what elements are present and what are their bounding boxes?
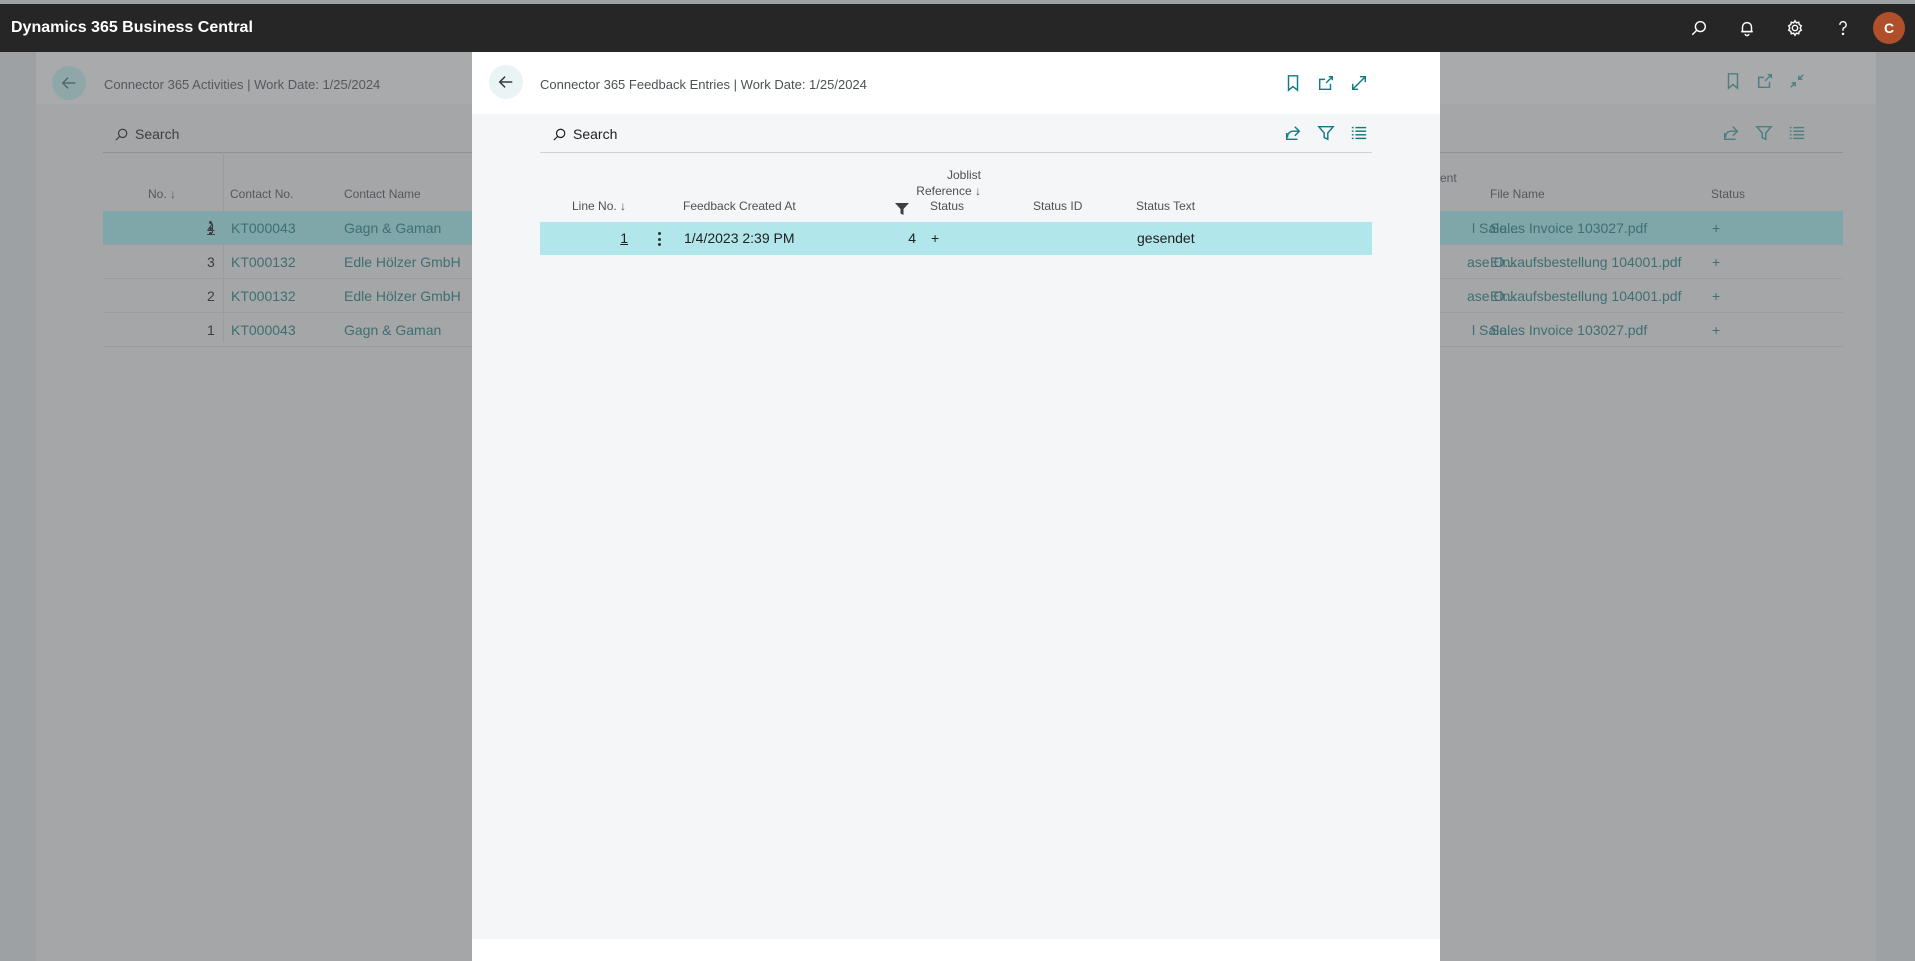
feedback-entries-dialog: Connector 365 Feedback Entries | Work Da…: [472, 52, 1440, 961]
bg-col-contact-name: Contact Name: [344, 187, 421, 201]
open-new-window-button[interactable]: [1317, 74, 1335, 92]
cell-joblist-reference: 4: [908, 230, 916, 246]
arrow-left-icon: [498, 76, 513, 88]
arrow-left-icon: [61, 77, 76, 89]
column-filter-icon: [895, 202, 909, 215]
bookmark-icon: [1727, 73, 1739, 90]
bg-col-status: Status: [1711, 187, 1746, 201]
dialog-title: Connector 365 Feedback Entries | Work Da…: [540, 77, 867, 92]
column-header-status-id[interactable]: Status ID: [1033, 199, 1082, 213]
bookmark-icon: [1287, 75, 1299, 92]
cell-status: +: [931, 230, 940, 246]
bg-col-document: ent: [1440, 171, 1457, 185]
row-menu-icon: [205, 220, 215, 236]
bell-icon[interactable]: [1723, 4, 1771, 52]
app-title[interactable]: Dynamics 365 Business Central: [11, 19, 253, 37]
user-avatar[interactable]: C: [1873, 12, 1905, 44]
dialog-header-actions: [1284, 74, 1368, 92]
bg-search-placeholder: Search: [135, 126, 180, 142]
list-view-icon: [1789, 126, 1805, 140]
bg-col-file-name: File Name: [1490, 187, 1545, 201]
bg-back-button: [52, 66, 86, 100]
filter-icon: [1755, 125, 1773, 141]
share-icon: [1723, 126, 1739, 141]
filter-icon: [1317, 125, 1335, 141]
search-placeholder: Search: [573, 126, 618, 142]
search-icon: [553, 128, 566, 141]
expand-icon: [1351, 75, 1367, 91]
column-header-line-no[interactable]: Line No. ↓: [572, 199, 626, 213]
bg-page-title: Connector 365 Activities | Work Date: 1/…: [104, 77, 381, 92]
column-header-status[interactable]: Status: [930, 199, 964, 213]
search-icon: [115, 128, 128, 141]
cell-line-no[interactable]: 1: [612, 230, 628, 246]
dialog-footer: [472, 939, 1440, 961]
open-new-window-icon: [1318, 75, 1334, 91]
bg-list-toolbar: [1722, 124, 1806, 142]
column-header-joblist-reference[interactable]: Joblist Reference ↓: [875, 168, 981, 198]
row-menu-icon[interactable]: [654, 230, 664, 248]
sort-descending-icon: ↓: [620, 199, 627, 213]
bg-header-actions: [1724, 72, 1806, 90]
bookmark-button[interactable]: [1284, 74, 1302, 92]
bg-search: Search: [114, 126, 179, 142]
help-icon[interactable]: [1819, 4, 1867, 52]
collapse-icon: [1790, 74, 1804, 88]
list-toolbar: [1284, 124, 1368, 142]
dialog-header: Connector 365 Feedback Entries | Work Da…: [472, 52, 1440, 114]
list-view-icon: [1351, 126, 1367, 140]
expand-button[interactable]: [1350, 74, 1368, 92]
table-row[interactable]: 1 1/4/2023 2:39 PM 4 + gesendet: [540, 222, 1372, 255]
share-icon: [1285, 126, 1301, 141]
filter-button[interactable]: [1317, 124, 1335, 142]
column-header-feedback-created-at[interactable]: Feedback Created At: [683, 199, 796, 213]
gear-icon[interactable]: [1771, 4, 1819, 52]
bg-col-contact-no: Contact No.: [230, 187, 294, 201]
back-button[interactable]: [489, 65, 523, 99]
top-bar-actions: C: [1675, 4, 1915, 52]
search-icon[interactable]: [1675, 4, 1723, 52]
toolbar-divider: [540, 152, 1372, 153]
cell-feedback-created-at: 1/4/2023 2:39 PM: [684, 230, 795, 246]
cell-status-text: gesendet: [1137, 230, 1195, 246]
list-view-button[interactable]: [1350, 124, 1368, 142]
share-button[interactable]: [1284, 124, 1302, 142]
app-top-bar: Dynamics 365 Business Central C: [0, 4, 1915, 52]
bg-col-no: No. ↓: [148, 187, 177, 201]
search-box[interactable]: Search: [552, 126, 617, 142]
column-header-status-text[interactable]: Status Text: [1136, 199, 1195, 213]
sort-descending-icon: ↓: [975, 184, 981, 198]
open-new-window-icon: [1757, 73, 1773, 89]
